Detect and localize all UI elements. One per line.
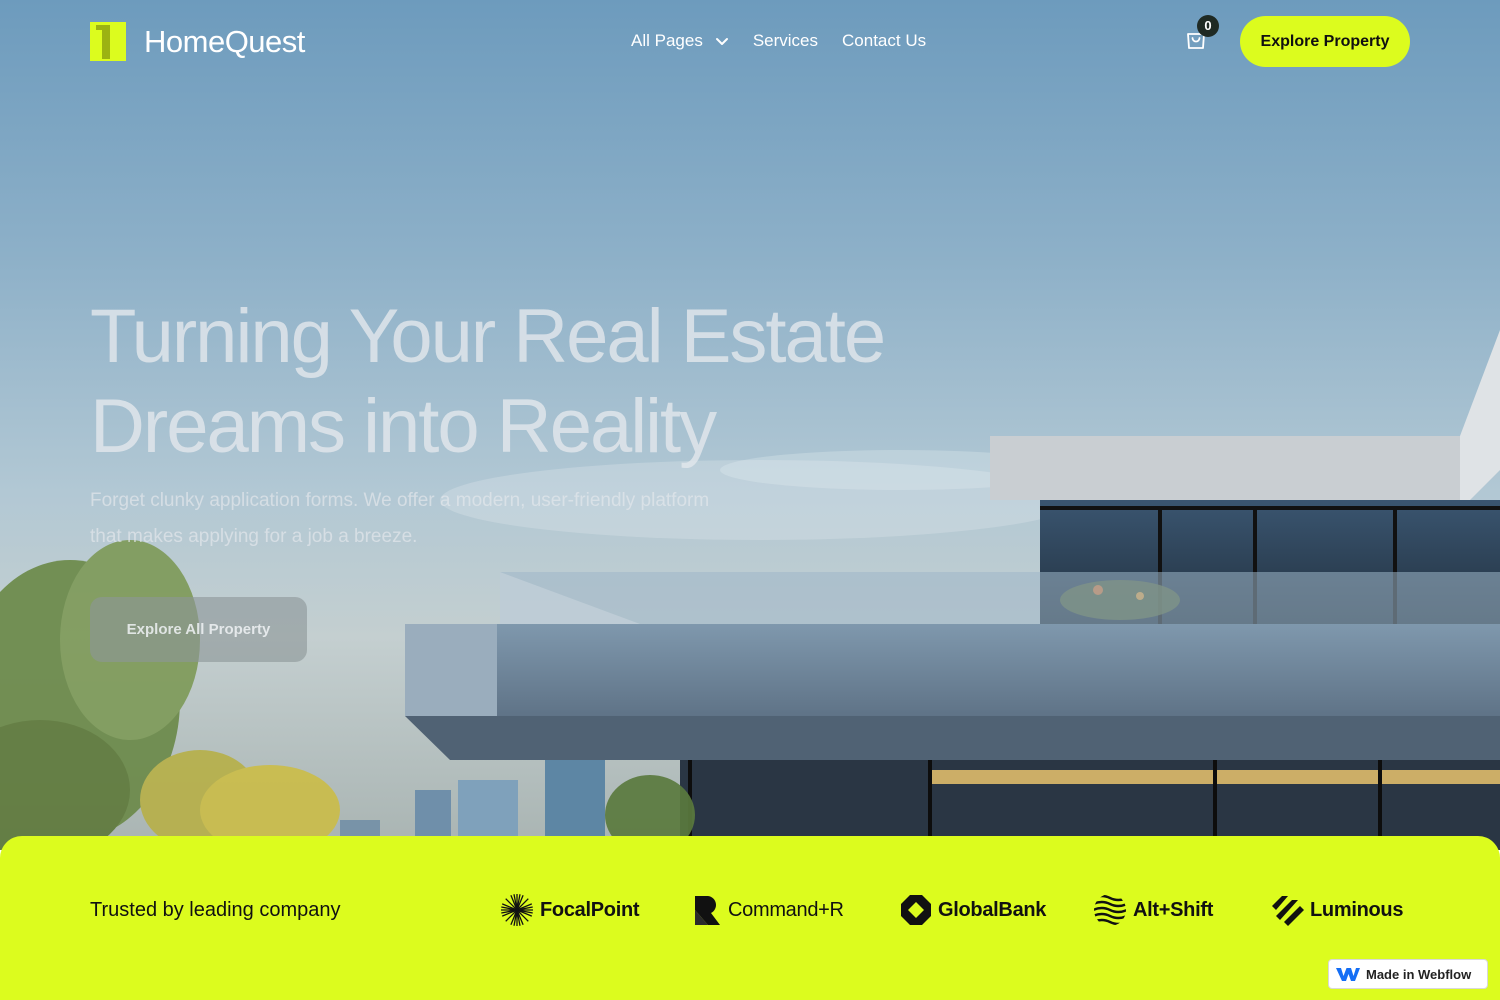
brand-logo-luminous: Luminous (1272, 893, 1403, 927)
hero-title-line: Turning Your Real Estate (90, 294, 886, 379)
webflow-logo-icon (1336, 968, 1360, 981)
trusted-by-section: Trusted by leading company FocalPoint Co… (0, 836, 1500, 1000)
chevron-down-icon (715, 38, 728, 45)
hero-title: Turning Your Real Estate Dreams into Rea… (90, 292, 990, 472)
made-in-webflow-badge[interactable]: Made in Webflow (1328, 959, 1488, 989)
brand-name: Alt+Shift (1133, 899, 1214, 921)
made-in-webflow-label: Made in Webflow (1366, 966, 1472, 982)
nav-item-all-pages[interactable]: All Pages (631, 30, 729, 52)
explore-all-property-button[interactable]: Explore All Property (90, 597, 307, 662)
brand-logo-focalpoint: FocalPoint (500, 893, 640, 927)
explore-property-button[interactable]: Explore Property (1240, 16, 1410, 67)
brand-name: FocalPoint (540, 899, 640, 921)
wave-lines-logo-icon (1094, 894, 1126, 926)
logo[interactable]: HomeQuest (90, 22, 305, 61)
starburst-logo-icon (501, 894, 533, 926)
homequest-logo-icon (90, 22, 126, 61)
hero-subtitle: Forget clunky application forms. We offe… (90, 483, 810, 555)
nav-item-label: Services (752, 31, 819, 50)
command-r-logo-icon (695, 896, 720, 925)
trusted-by-label: Trusted by leading company (90, 899, 341, 921)
brand-name: HomeQuest (144, 24, 305, 59)
brand-name: GlobalBank (938, 899, 1047, 921)
nav-item-contact-us[interactable]: Contact Us (842, 30, 926, 52)
octagon-logo-icon (901, 895, 931, 925)
primary-nav: All Pages Services Contact Us (631, 30, 950, 52)
brand-name: Luminous (1310, 899, 1404, 921)
hero-subtitle-line: Forget clunky application forms. We offe… (90, 490, 710, 511)
hero-subtitle-line: that makes applying for a job a breeze. (90, 526, 418, 547)
brand-logo-command-r: Command+R (694, 893, 844, 927)
cart-count-badge: 0 (1197, 15, 1219, 37)
nav-item-label: All Pages (631, 31, 703, 50)
hero-title-line: Dreams into Reality (90, 384, 717, 469)
navbar: HomeQuest All Pages Services Contact Us … (0, 0, 1500, 84)
nav-item-services[interactable]: Services (753, 30, 818, 52)
brand-logo-alt-shift: Alt+Shift (1093, 893, 1213, 927)
nav-item-label: Contact Us (842, 31, 927, 50)
hero-section: HomeQuest All Pages Services Contact Us … (0, 0, 1500, 850)
brand-name: Command+R (728, 899, 844, 921)
brand-logo-globalbank: GlobalBank (900, 893, 1046, 927)
slash-bars-logo-icon (1272, 896, 1304, 926)
